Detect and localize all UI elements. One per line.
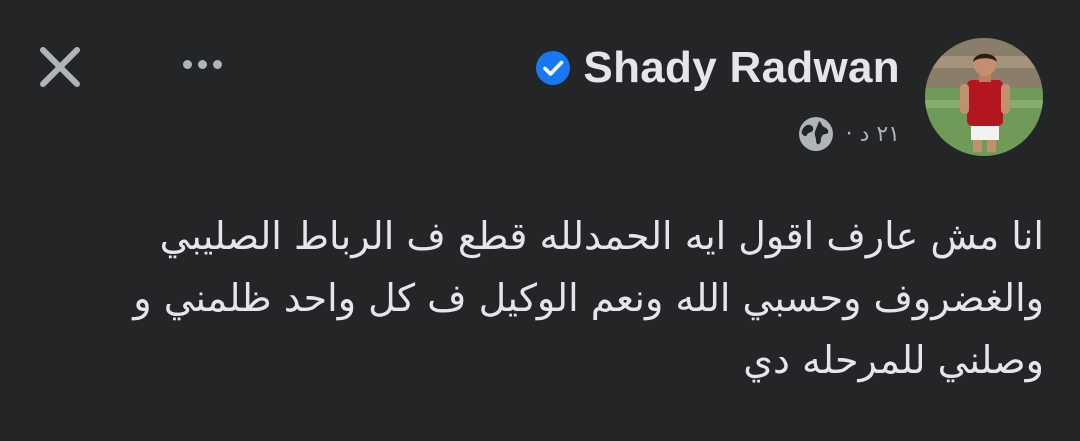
- verified-badge-icon: [536, 51, 571, 85]
- author-name[interactable]: Shady Radwan: [583, 43, 900, 93]
- avatar-photo: [925, 38, 1043, 156]
- more-options-icon-dot: [212, 59, 222, 69]
- close-button[interactable]: [33, 40, 87, 94]
- globe-icon[interactable]: [798, 116, 834, 152]
- post-header: Shady Radwan: [535, 40, 900, 96]
- more-options-icon: [182, 59, 192, 69]
- post-timestamp[interactable]: ٢١ د ·: [846, 122, 900, 147]
- more-options-icon-dot: [197, 59, 207, 69]
- more-options-button[interactable]: [170, 44, 234, 84]
- avatar[interactable]: [925, 38, 1043, 156]
- close-icon: [40, 47, 80, 87]
- post-text: انا مش عارف اقول ايه الحمدلله قطع ف الرب…: [133, 214, 1044, 382]
- post-meta: ٢١ د ·: [798, 112, 900, 156]
